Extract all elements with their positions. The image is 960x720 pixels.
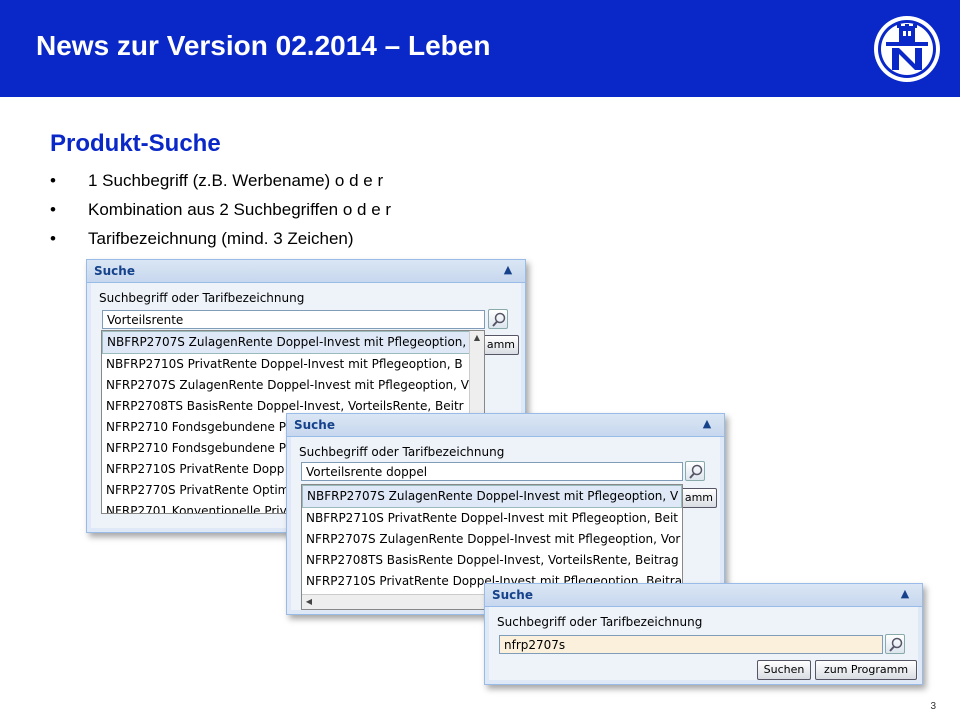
collapse-icon[interactable]: ▲ bbox=[501, 263, 515, 277]
scroll-up-icon[interactable]: ▲ bbox=[470, 331, 484, 345]
bullet-item: • Tarifbezeichnung (mind. 3 Zeichen) bbox=[50, 224, 391, 253]
panel-header: Suche ▲ bbox=[87, 260, 525, 283]
search-label: Suchbegriff oder Tarifbezeichnung bbox=[99, 291, 305, 305]
program-button[interactable]: zum Programm bbox=[815, 660, 917, 680]
panel-title: Suche bbox=[94, 264, 135, 278]
page-number: 3 bbox=[930, 701, 936, 712]
bullet-item: • Kombination aus 2 Suchbegriffen o d e r bbox=[50, 195, 391, 224]
header-bar: News zur Version 02.2014 – Leben bbox=[0, 0, 960, 97]
bullet-text: Kombination aus 2 Suchbegriffen o d e r bbox=[88, 200, 392, 219]
list-item[interactable]: NFRP2707S ZulagenRente Doppel-Invest mit… bbox=[102, 375, 484, 396]
collapse-icon[interactable]: ▲ bbox=[700, 417, 714, 431]
search-label: Suchbegriff oder Tarifbezeichnung bbox=[497, 615, 703, 629]
list-item[interactable]: NBFRP2707S ZulagenRente Doppel-Invest mi… bbox=[102, 331, 484, 354]
search-input[interactable]: nfrp2707s bbox=[499, 635, 883, 654]
search-icon-button[interactable] bbox=[685, 461, 705, 481]
search-label: Suchbegriff oder Tarifbezeichnung bbox=[299, 445, 505, 459]
list-item[interactable]: NBFRP2710S PrivatRente Doppel-Invest mit… bbox=[302, 508, 682, 529]
bullet-symbol: • bbox=[50, 229, 56, 248]
search-icon-button[interactable] bbox=[885, 634, 905, 654]
panel-body: Suchbegriff oder Tarifbezeichnung nfrp27… bbox=[489, 607, 918, 680]
search-button[interactable]: Suchen bbox=[757, 660, 811, 680]
panel-title: Suche bbox=[492, 588, 533, 602]
program-button[interactable]: amm bbox=[481, 335, 519, 355]
bullet-symbol: • bbox=[50, 200, 56, 219]
search-panel-3: Suche ▲ Suchbegriff oder Tarifbezeichnun… bbox=[484, 583, 923, 685]
list-item[interactable]: NBFRP2707S ZulagenRente Doppel-Invest mi… bbox=[302, 485, 682, 508]
list-item[interactable]: NFRP2707S ZulagenRente Doppel-Invest mit… bbox=[302, 529, 682, 550]
list-item[interactable]: NFRP2708TS BasisRente Doppel-Invest, Vor… bbox=[302, 550, 682, 571]
magnifier-icon bbox=[492, 312, 506, 327]
magnifier-icon bbox=[889, 637, 903, 652]
search-input[interactable]: Vorteilsrente doppel bbox=[301, 462, 683, 481]
search-icon-button[interactable] bbox=[488, 309, 508, 329]
scroll-left-icon[interactable]: ◀ bbox=[302, 595, 316, 609]
panel-header: Suche ▲ bbox=[485, 584, 922, 607]
search-input[interactable]: Vorteilsrente bbox=[102, 310, 485, 329]
collapse-icon[interactable]: ▲ bbox=[898, 587, 912, 601]
list-item[interactable]: NBFRP2710S PrivatRente Doppel-Invest mit… bbox=[102, 354, 484, 375]
bullet-text: 1 Suchbegriff (z.B. Werbename) o d e r bbox=[88, 171, 384, 190]
panel-header: Suche ▲ bbox=[287, 414, 724, 437]
bullet-list: • 1 Suchbegriff (z.B. Werbename) o d e r … bbox=[50, 166, 391, 253]
bullet-item: • 1 Suchbegriff (z.B. Werbename) o d e r bbox=[50, 166, 391, 195]
bullet-text: Tarifbezeichnung (mind. 3 Zeichen) bbox=[88, 229, 354, 248]
magnifier-icon bbox=[689, 464, 703, 479]
panel-title: Suche bbox=[294, 418, 335, 432]
bullet-symbol: • bbox=[50, 171, 56, 190]
page-title: News zur Version 02.2014 – Leben bbox=[36, 30, 491, 61]
section-title: Produkt-Suche bbox=[50, 130, 221, 157]
program-button[interactable]: amm bbox=[679, 488, 717, 508]
nuernberger-logo-icon bbox=[874, 16, 940, 82]
